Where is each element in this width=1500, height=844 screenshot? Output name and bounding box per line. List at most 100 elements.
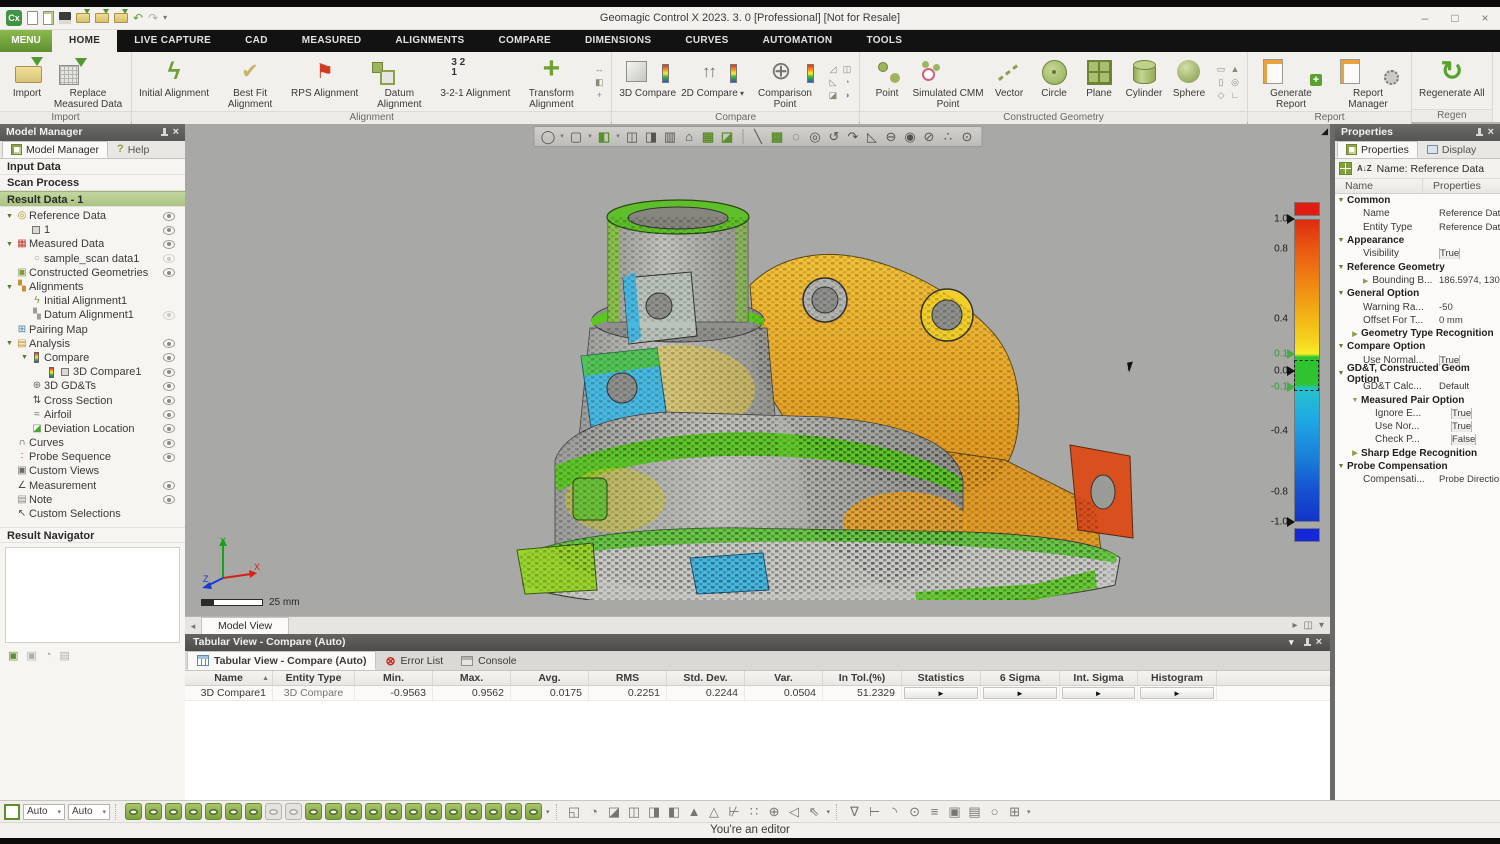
section-result-navigator[interactable]: Result Navigator xyxy=(0,527,185,543)
point-select-icon[interactable]: ∴ xyxy=(939,128,957,145)
viewpoint-icon[interactable]: ▢ xyxy=(567,128,585,145)
prop-value[interactable]: Reference Data xyxy=(1439,208,1500,219)
ribbon-tab-tools[interactable]: TOOLS xyxy=(849,30,919,52)
prop-visibility[interactable]: VisibilityTrue xyxy=(1335,247,1500,260)
visibility-eye-icon[interactable] xyxy=(163,481,175,490)
caret-icon[interactable]: ▾ xyxy=(614,128,622,145)
cylinder-button[interactable]: Cylinder xyxy=(1122,54,1166,100)
prop-value[interactable]: False xyxy=(1451,434,1500,445)
visibility-eye-icon[interactable] xyxy=(163,339,175,348)
ellipse-select-icon[interactable]: ◎ xyxy=(806,128,824,145)
visibility-toggle-icon[interactable] xyxy=(305,803,322,820)
split-view-icon[interactable]: ◫ xyxy=(623,128,641,145)
visibility-eye-icon[interactable] xyxy=(163,353,175,362)
circle-button[interactable]: Circle xyxy=(1032,54,1076,100)
grid-view-icon[interactable]: ▦ xyxy=(699,128,717,145)
view-menu-icon[interactable]: ▾ xyxy=(1319,617,1324,634)
visibility-toggle-icon[interactable] xyxy=(185,803,202,820)
visibility-eye-icon[interactable] xyxy=(163,382,175,391)
visibility-eye-icon[interactable] xyxy=(163,495,175,504)
prop-group-general-option[interactable]: ▼General Option xyxy=(1335,287,1500,300)
visibility-eye-icon[interactable] xyxy=(163,453,175,462)
rectangle-icon[interactable]: ▯ xyxy=(1214,76,1228,89)
visibility-eye-icon[interactable] xyxy=(163,439,175,448)
expand-arrow-icon[interactable]: ▼ xyxy=(4,284,15,291)
tree-item-pairing-map[interactable]: ⊞Pairing Map xyxy=(0,323,185,337)
tree-item-analysis[interactable]: ▼▤Analysis xyxy=(0,337,185,351)
prop-group-gd-t-constructed-geom-option[interactable]: ▼GD&T, Constructed Geom Option xyxy=(1335,367,1500,380)
wall-thickness-icon[interactable]: ◑ xyxy=(840,89,854,102)
prop-check-p[interactable]: Check P...False xyxy=(1335,433,1500,446)
column-header-rms[interactable]: RMS xyxy=(589,671,667,685)
prop-bounding-b[interactable]: ▶ Bounding B...186.5974, 130.8... xyxy=(1335,274,1500,287)
visibility-eye-icon[interactable] xyxy=(163,226,175,235)
panel-menu-icon[interactable]: ▾ xyxy=(1289,634,1294,651)
collapse-arrow-icon[interactable]: ▶ xyxy=(1349,449,1361,457)
collapse-arrow-icon[interactable]: ▼ xyxy=(1335,197,1347,204)
column-header-statistics[interactable]: Statistics xyxy=(902,671,981,685)
slot-icon[interactable]: ▭ xyxy=(1214,63,1228,76)
column-header-std-dev[interactable]: Std. Dev. xyxy=(667,671,745,685)
flip-view-icon[interactable]: ◨ xyxy=(642,128,660,145)
ribbon-tab-curves[interactable]: CURVES xyxy=(668,30,745,52)
collapse-arrow-icon[interactable]: ▼ xyxy=(1335,343,1347,350)
visibility-eye-icon[interactable] xyxy=(163,212,175,221)
visibility-toggle-icon[interactable] xyxy=(445,803,462,820)
column-header-max[interactable]: Max. xyxy=(433,671,511,685)
regenerate-all-button[interactable]: Regenerate All xyxy=(1417,54,1487,100)
pin-icon[interactable] xyxy=(160,128,169,137)
column-header-name[interactable]: Name▲ xyxy=(185,671,273,685)
expand-arrow-icon[interactable]: ▼ xyxy=(4,213,15,220)
split-mode-icon[interactable]: ◫ xyxy=(626,803,643,820)
expand-arrow-icon[interactable]: ▼ xyxy=(4,241,15,248)
tree-item-datum-alignment1[interactable]: ▚Datum Alignment1 xyxy=(0,308,185,322)
tree-item-custom-selections[interactable]: ↖Custom Selections xyxy=(0,507,185,521)
tree-item-deviation-location[interactable]: ◪Deviation Location xyxy=(0,422,185,436)
selection-frame-icon[interactable] xyxy=(4,804,20,820)
polyline-select-icon[interactable]: ◺ xyxy=(863,128,881,145)
close-icon[interactable]: × xyxy=(1488,128,1494,137)
document-icon[interactable]: ▤ xyxy=(966,803,983,820)
prop-subgroup-measured-pair-option[interactable]: ▼Measured Pair Option xyxy=(1335,393,1500,406)
prop-value-box[interactable]: True xyxy=(1451,408,1472,419)
tree-item-probe-sequence[interactable]: ∶Probe Sequence xyxy=(0,450,185,464)
column-header-entity-type[interactable]: Entity Type xyxy=(273,671,355,685)
section-compare-icon[interactable]: ◪ xyxy=(826,89,840,102)
prop-compensati[interactable]: Compensati...Probe Direction xyxy=(1335,473,1500,486)
visibility-eye-icon[interactable] xyxy=(163,311,175,320)
tab-model-manager[interactable]: Model Manager xyxy=(2,141,108,158)
tree-item-constructed-geometries[interactable]: ▣Constructed Geometries xyxy=(0,266,185,280)
datum-alignment-button[interactable]: Datum Alignment xyxy=(361,54,437,111)
shade-mode-icon[interactable]: ◪ xyxy=(606,803,623,820)
import-button[interactable]: Import xyxy=(5,54,49,100)
probe-mode-dropdown[interactable]: Auto▾ xyxy=(68,804,110,820)
point-cloud-icon[interactable]: ∷ xyxy=(746,803,763,820)
prop-value[interactable]: 186.5974, 130.8... xyxy=(1439,275,1500,286)
prop-group-common[interactable]: ▼Common xyxy=(1335,194,1500,207)
visibility-eye-icon[interactable] xyxy=(163,396,175,405)
ruler-icon[interactable]: ⊢ xyxy=(866,803,883,820)
section-result-data[interactable]: Result Data - 1 xyxy=(0,191,185,207)
sphere-button[interactable]: Sphere xyxy=(1167,54,1211,100)
sphere-select-icon[interactable]: ⊙ xyxy=(958,128,976,145)
prop-use-nor[interactable]: Use Nor...True xyxy=(1335,420,1500,433)
best-fit-alignment-button[interactable]: Best Fit Alignment xyxy=(212,54,288,111)
menu-tab[interactable]: MENU xyxy=(0,30,52,52)
tree-item-compare[interactable]: ▼Compare xyxy=(0,351,185,365)
ribbon-tab-compare[interactable]: COMPARE xyxy=(481,30,567,52)
filter-icon[interactable]: ∇ xyxy=(846,803,863,820)
section-view-icon[interactable]: ◧ xyxy=(666,803,683,820)
silhouette-deviation-icon[interactable]: ◫ xyxy=(840,63,854,76)
cone-display-icon[interactable]: ▲ xyxy=(686,803,703,820)
stack-icon[interactable]: ≡ xyxy=(926,803,943,820)
visibility-toggle-icon[interactable] xyxy=(125,803,142,820)
selection-mode-dropdown[interactable]: Auto▾ xyxy=(23,804,65,820)
lasso-select-icon[interactable]: ↺ xyxy=(825,128,843,145)
mirror-alignment-icon[interactable]: ◧ xyxy=(592,76,606,89)
torus-icon[interactable]: ◎ xyxy=(1228,76,1242,89)
prop-value[interactable]: True xyxy=(1439,248,1500,259)
column-header-min[interactable]: Min. xyxy=(355,671,433,685)
expand-arrow-icon[interactable]: ▼ xyxy=(19,354,30,361)
export-result-icon[interactable]: ▤ xyxy=(59,649,69,662)
scale-marker-icon[interactable] xyxy=(1287,214,1300,224)
